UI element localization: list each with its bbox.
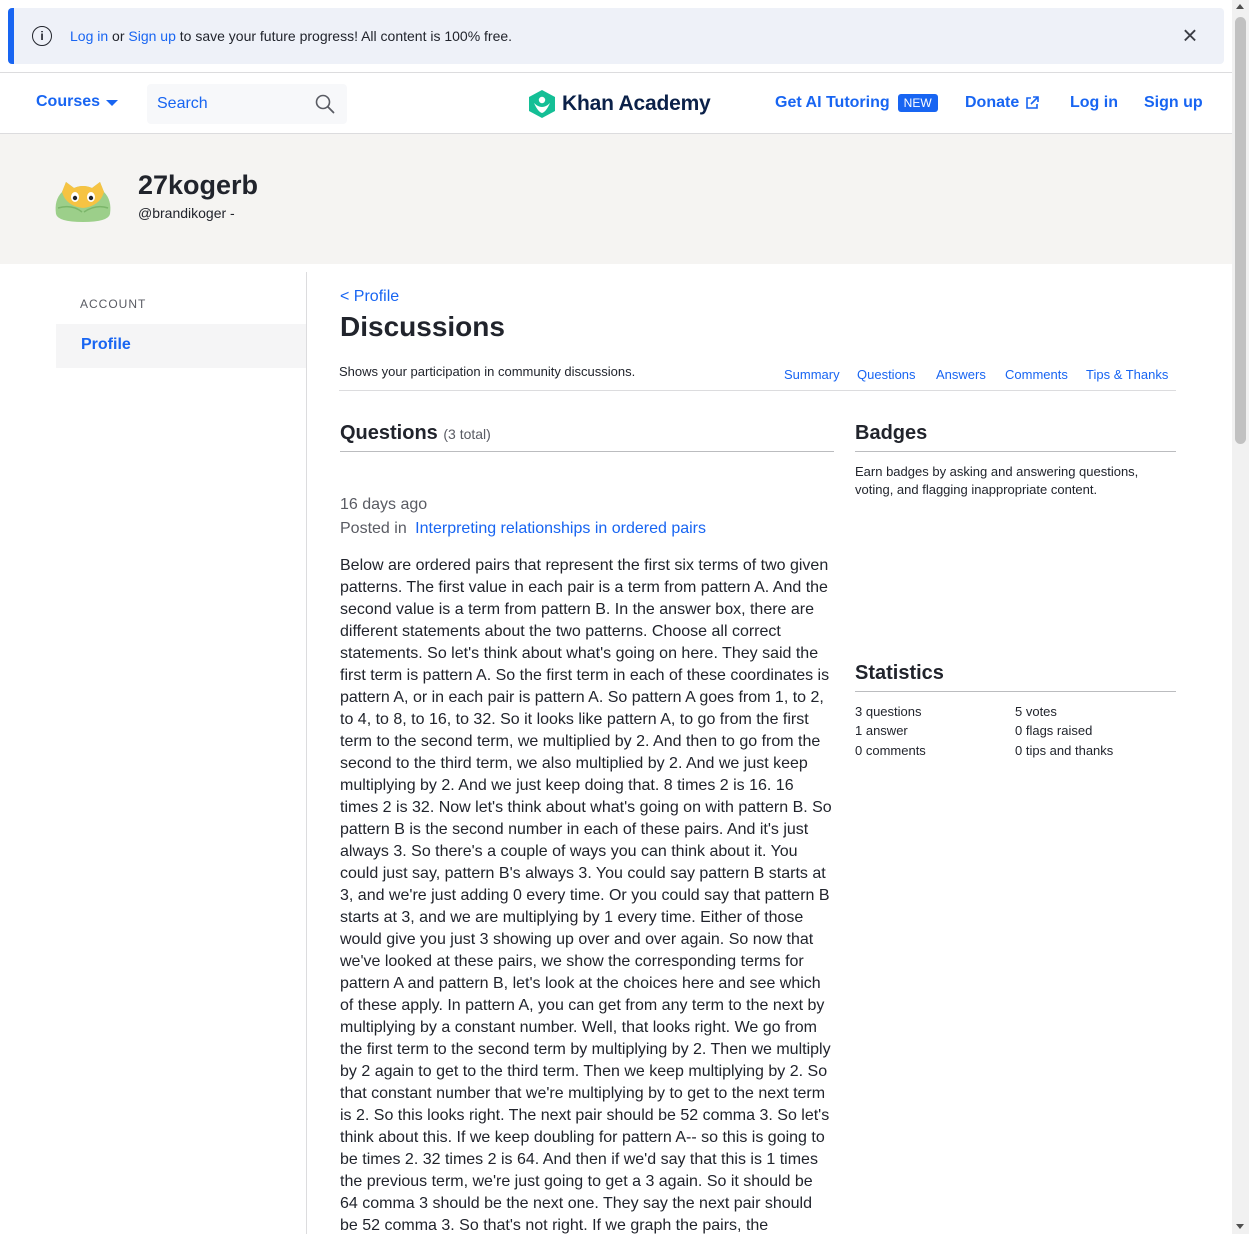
stat-answers: 1 answer [855,723,908,738]
new-badge: NEW [897,94,938,112]
sidebar-divider [306,272,307,1234]
tabs-divider [339,390,1176,391]
profile-name: 27kogerb [138,170,259,200]
scrollbar-thumb[interactable] [1235,17,1246,444]
profile-handle: @brandikoger - [138,205,235,221]
statistics-heading: Statistics [855,662,944,684]
badges-heading: Badges [855,422,928,444]
avatar [55,182,111,222]
sidebar-section-label: ACCOUNT [80,297,147,311]
page-description: Shows your participation in community di… [339,364,636,379]
stat-tips: 0 tips and thanks [1015,743,1114,758]
badges-description: Earn badges by asking and answering ques… [855,464,1139,497]
donate-link[interactable]: Donate [965,94,1040,112]
scrollbar[interactable] [1232,0,1249,1234]
login-link[interactable]: Log in [1070,94,1118,112]
questions-total: (3 total) [443,426,491,442]
logo-icon [529,90,555,118]
tab-answers[interactable]: Answers [936,367,986,382]
back-to-profile-link[interactable]: < Profile [340,288,399,306]
courses-menu[interactable]: Courses [36,93,119,111]
page-title: Discussions [340,311,505,342]
ai-tutoring-link[interactable]: Get AI Tutoring NEW [775,94,938,112]
banner-login-link[interactable]: Log in [70,28,108,44]
profile-header: 27kogerb @brandikoger - [0,134,1232,264]
stat-votes: 5 votes [1015,704,1057,719]
tab-comments[interactable]: Comments [1005,367,1068,382]
search-icon[interactable] [315,94,335,114]
statistics-divider [855,691,1176,692]
info-icon: i [32,26,52,46]
question-body: Below are ordered pairs that represent t… [340,557,832,1234]
stat-comments: 0 comments [855,743,926,758]
question-topic-link[interactable]: Interpreting relationships in ordered pa… [415,520,706,537]
tab-questions[interactable]: Questions [857,367,916,382]
posted-in: Posted in Interpreting relationships in … [340,520,706,537]
scroll-down-arrow-icon[interactable] [1236,1224,1244,1229]
sidebar-item-profile[interactable]: Profile [56,324,306,368]
login-banner: i Log in or Sign up to save your future … [8,8,1224,64]
stat-questions: 3 questions [855,704,922,719]
scroll-up-arrow-icon[interactable] [1236,4,1244,9]
search-box[interactable] [147,84,347,124]
khan-academy-logo[interactable]: Khan Academy [528,89,711,119]
signup-link[interactable]: Sign up [1144,94,1203,112]
tab-summary[interactable]: Summary [784,367,840,382]
search-input[interactable] [147,95,307,113]
questions-heading: Questions (3 total) [340,422,491,444]
banner-text: Log in or Sign up to save your future pr… [70,28,513,44]
stat-flags: 0 flags raised [1015,723,1093,738]
tab-tips-thanks[interactable]: Tips & Thanks [1086,367,1168,382]
banner-signup-link[interactable]: Sign up [128,28,175,44]
chevron-down-icon [106,100,119,106]
question-timestamp: 16 days ago [340,496,428,513]
sidebar-item-label: Profile [81,336,131,353]
close-icon[interactable]: × [1178,22,1202,48]
questions-divider [340,451,834,452]
badges-divider [855,451,1176,452]
external-link-icon [1026,96,1040,109]
top-nav: Courses Khan Academy Get AI Tutoring NEW… [0,72,1232,134]
